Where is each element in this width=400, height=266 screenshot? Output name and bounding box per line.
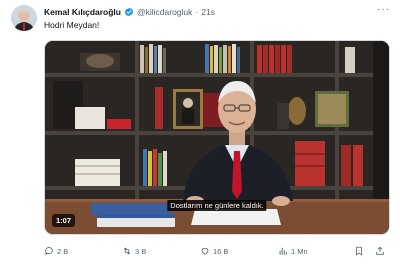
separator-dot: · [195,7,199,17]
video-player[interactable]: Dostlarım ne günlere kaldık. 1:07 [44,40,390,235]
retweet-count: 3 B [135,246,147,256]
tweet-header: Kemal Kılıçdaroğlu @kilicdarogluk · 21s [44,5,215,19]
avatar-image [11,5,37,31]
avatar[interactable] [11,5,37,31]
author-handle[interactable]: @kilicdarogluk [137,7,192,17]
views-count: 1 Mn [291,246,308,256]
video-duration: 1:07 [52,214,76,227]
timestamp[interactable]: 21s [201,7,215,17]
reply-icon [44,247,53,256]
share-button[interactable] [375,246,385,256]
verified-badge-icon [124,7,134,17]
like-button[interactable]: 16 B [200,246,228,256]
tweet-actions: 2 B 3 B 16 B 1 Mn [44,244,388,258]
retweet-button[interactable]: 3 B [122,246,146,256]
views-button[interactable]: 1 Mn [278,246,308,256]
bookmark-button[interactable] [354,246,364,256]
reply-count: 2 B [57,246,69,256]
tweet-text: Hodri Meydan! [44,20,100,30]
reply-button[interactable]: 2 B [44,246,68,256]
video-subtitle: Dostlarım ne günlere kaldık. [167,200,267,211]
bookmark-icon [356,246,362,256]
like-icon [201,248,209,255]
author-name[interactable]: Kemal Kılıçdaroğlu [44,7,121,17]
more-icon[interactable]: ··· [377,5,390,15]
share-icon [376,246,384,255]
like-count: 16 B [213,246,229,256]
views-icon [279,247,287,255]
retweet-icon [123,247,131,255]
